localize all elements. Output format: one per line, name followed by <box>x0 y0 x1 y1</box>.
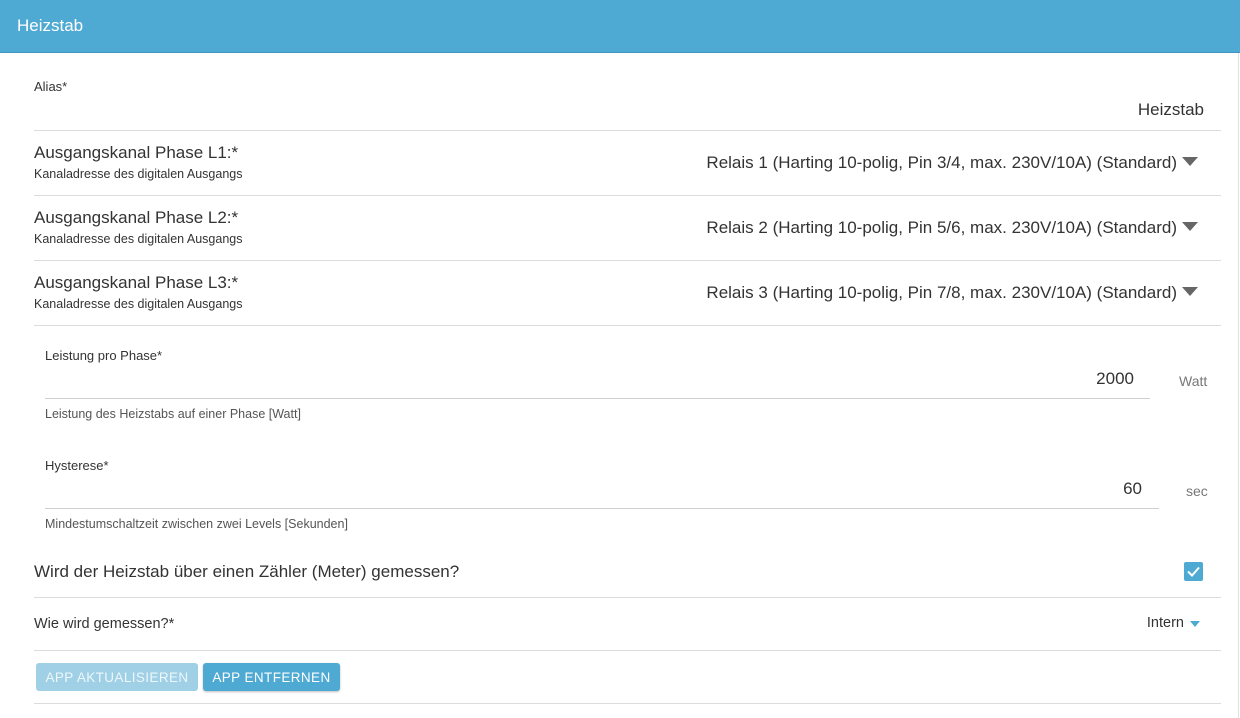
phase-l2-hint: Kanaladresse des digitalen Ausgangs <box>34 232 243 246</box>
alias-label: Alias* <box>34 79 68 94</box>
power-input[interactable]: 2000 <box>1096 369 1134 389</box>
chevron-down-icon[interactable] <box>1190 621 1200 627</box>
phase-l1-select[interactable]: Relais 1 (Harting 10-polig, Pin 3/4, max… <box>706 153 1177 173</box>
measure-label: Wie wird gemessen?* <box>34 616 175 632</box>
hysteresis-input[interactable]: 60 <box>1123 479 1142 499</box>
alias-input[interactable]: Heizstab <box>1138 100 1204 120</box>
chevron-down-icon[interactable] <box>1182 287 1198 296</box>
chevron-down-icon[interactable] <box>1182 157 1198 166</box>
meter-question-label: Wird der Heizstab über einen Zähler (Met… <box>34 562 460 581</box>
measure-select[interactable]: Intern <box>1147 615 1184 631</box>
power-hint: Leistung des Heizstabs auf einer Phase [… <box>45 407 301 421</box>
power-unit: Watt <box>1179 373 1208 389</box>
phase-l2-divider <box>34 260 1221 261</box>
meter-divider <box>34 597 1221 598</box>
panel-title: Heizstab <box>17 16 84 35</box>
phase-l3-label: Ausgangskanal Phase L3:* <box>34 273 239 292</box>
remove-app-button[interactable]: APP ENTFERNEN <box>203 663 340 691</box>
chevron-down-icon[interactable] <box>1182 222 1198 231</box>
power-underline <box>45 398 1150 399</box>
hysteresis-underline <box>45 508 1159 509</box>
phase-l1-divider <box>34 195 1221 196</box>
panel-header: Heizstab <box>0 0 1240 53</box>
check-icon <box>1187 566 1200 577</box>
footer-divider <box>34 703 1221 704</box>
phase-l2-label: Ausgangskanal Phase L2:* <box>34 208 239 227</box>
phase-l3-select[interactable]: Relais 3 (Harting 10-polig, Pin 7/8, max… <box>706 283 1177 303</box>
hysteresis-unit: sec <box>1186 483 1208 499</box>
phase-l1-hint: Kanaladresse des digitalen Ausgangs <box>34 167 243 181</box>
alias-divider <box>34 130 1221 131</box>
hysteresis-label: Hysterese* <box>45 458 109 473</box>
phase-l3-divider <box>34 325 1221 326</box>
power-label: Leistung pro Phase* <box>45 348 163 363</box>
phase-l1-label: Ausgangskanal Phase L1:* <box>34 143 239 162</box>
meter-checkbox[interactable] <box>1184 562 1203 581</box>
hysteresis-hint: Mindestumschaltzeit zwischen zwei Levels… <box>45 517 348 531</box>
update-app-button[interactable]: APP AKTUALISIEREN <box>36 663 198 691</box>
measure-divider <box>34 650 1221 651</box>
phase-l3-hint: Kanaladresse des digitalen Ausgangs <box>34 297 243 311</box>
panel-border <box>1238 53 1239 718</box>
phase-l2-select[interactable]: Relais 2 (Harting 10-polig, Pin 5/6, max… <box>706 218 1177 238</box>
